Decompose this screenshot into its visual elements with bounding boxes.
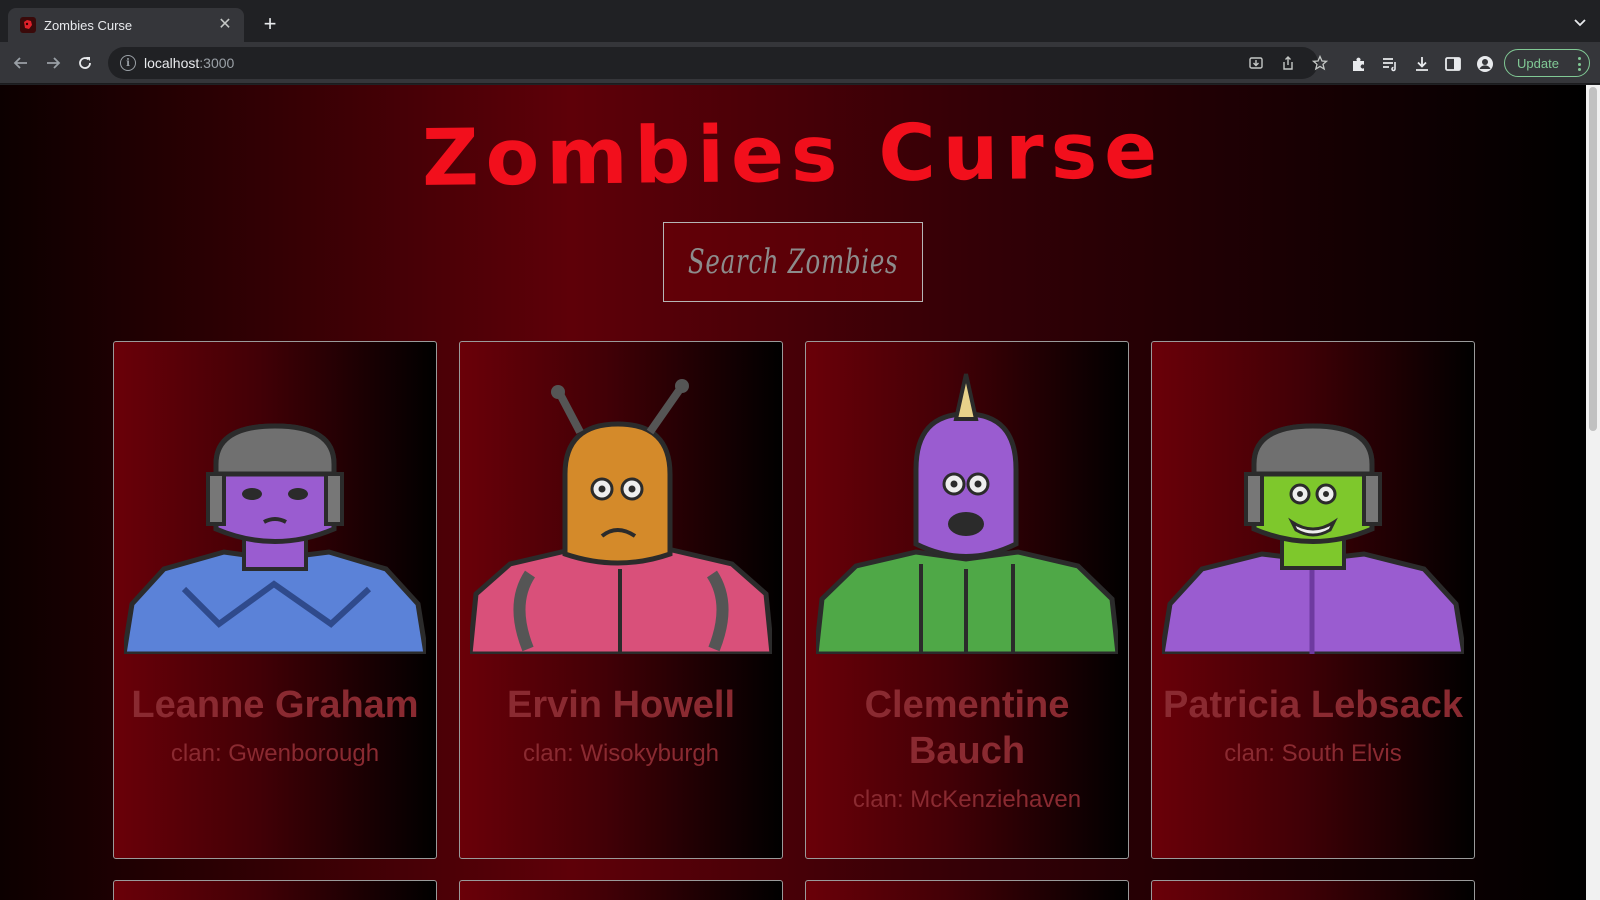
back-arrow-icon[interactable] (10, 52, 32, 74)
zombie-favicon-icon (20, 17, 36, 33)
zombie-card[interactable] (1151, 880, 1475, 900)
zombie-card[interactable] (113, 880, 437, 900)
zombie-name: Patricia Lebsack (1163, 684, 1463, 726)
address-bar[interactable]: i localhost:3000 (108, 47, 1328, 79)
update-button[interactable]: Update (1504, 49, 1590, 77)
search-zombies-label: Search Zombies (687, 242, 899, 282)
zombie-card[interactable]: Patricia Lebsack clan: South Elvis (1151, 341, 1475, 859)
install-app-icon[interactable] (1248, 55, 1264, 71)
zombie-card[interactable]: Ervin Howell clan: Wisokyburgh (459, 341, 783, 859)
zombies-curse-logo: Zombies Curse (422, 106, 1165, 195)
logo-text: Zombies Curse (422, 106, 1165, 195)
scrollbar-thumb[interactable] (1589, 87, 1597, 431)
zombie-clan: clan: Gwenborough (170, 740, 380, 767)
zombie-portrait-horned (816, 373, 1118, 654)
zombie-card[interactable] (805, 880, 1129, 900)
browser-tab[interactable]: Zombies Curse ✕ (8, 8, 244, 42)
zombie-card[interactable]: Clementine Bauch clan: McKenziehaven (805, 341, 1129, 859)
share-icon[interactable] (1280, 55, 1296, 71)
zombie-portrait-antenna (470, 379, 772, 654)
zombie-portrait-green-helmet (1162, 423, 1464, 654)
reading-list-icon[interactable] (1381, 55, 1399, 73)
zombie-name: Ervin Howell (506, 684, 736, 726)
zombie-portrait-robot-helmet (124, 423, 426, 654)
close-tab-icon[interactable]: ✕ (216, 16, 234, 34)
more-menu-icon[interactable] (1577, 57, 1581, 71)
zombie-card[interactable] (459, 880, 783, 900)
zombie-clan: clan: South Elvis (1224, 740, 1402, 767)
page-scrollbar[interactable] (1586, 85, 1600, 900)
browser-toolbar: i localhost:3000 Update (0, 42, 1600, 84)
zombie-name: Leanne Graham (131, 684, 419, 726)
zombie-clan: clan: Wisokyburgh (522, 740, 720, 767)
url-host: localhost (144, 55, 200, 71)
zombie-card[interactable]: Leanne Graham clan: Gwenborough (113, 341, 437, 859)
search-zombies-box[interactable]: Search Zombies (663, 222, 923, 302)
new-tab-icon[interactable]: + (258, 12, 282, 36)
zombie-clan: clan: McKenziehaven (852, 786, 1082, 813)
extensions-puzzle-icon[interactable] (1350, 55, 1368, 73)
download-icon[interactable] (1413, 55, 1431, 73)
page-viewport: Zombies Curse Search Zombies Leanne Grah… (0, 85, 1586, 900)
site-info-icon[interactable]: i (120, 55, 136, 71)
url-port: :3000 (199, 55, 235, 71)
side-panel-icon[interactable] (1444, 55, 1462, 73)
tab-strip: Zombies Curse ✕ + (0, 0, 1600, 42)
tab-search-chevron-icon[interactable] (1572, 14, 1588, 30)
reload-icon[interactable] (74, 52, 96, 74)
tab-title: Zombies Curse (44, 17, 133, 33)
update-label: Update (1517, 55, 1559, 71)
forward-arrow-icon[interactable] (42, 52, 64, 74)
bookmark-star-icon[interactable] (1312, 55, 1328, 71)
zombie-name: Clementine Bauch (864, 684, 1070, 772)
profile-avatar-icon[interactable] (1476, 55, 1494, 73)
